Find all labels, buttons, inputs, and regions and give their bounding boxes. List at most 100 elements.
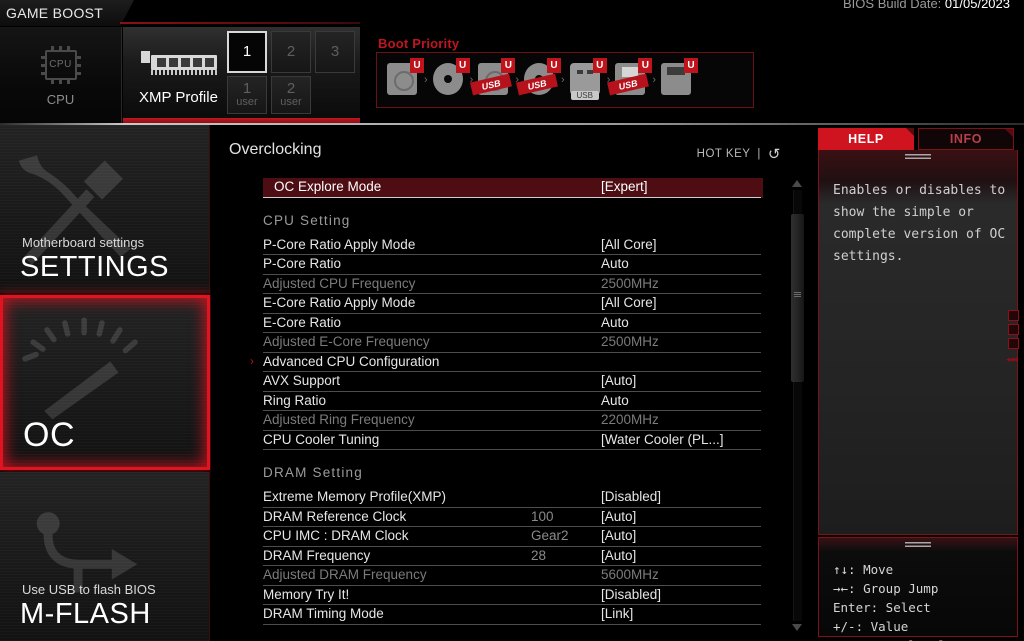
key-legend-item: Enter: Select bbox=[833, 600, 931, 615]
game-boost-cpu-button[interactable]: CPU CPU bbox=[0, 27, 122, 125]
settings-row[interactable]: Extreme Memory Profile(XMP) [Disabled] bbox=[263, 488, 763, 508]
settings-row-value[interactable]: [Link] bbox=[601, 606, 633, 621]
settings-row-value[interactable]: [All Core] bbox=[601, 295, 657, 310]
scroll-down-arrow-icon[interactable] bbox=[792, 624, 802, 631]
boot-priority-list[interactable]: U › U › USB U › USB U › USB U › USB U › U bbox=[376, 52, 754, 108]
undo-icon[interactable]: ↺ bbox=[768, 145, 781, 163]
settings-row: Adjusted CPU Frequency 2500MHz bbox=[263, 275, 763, 295]
settings-row-label: AVX Support bbox=[263, 373, 341, 388]
usb-device-label: USB bbox=[570, 91, 599, 100]
settings-row: Adjusted DRAM Frequency 5600MHz bbox=[263, 566, 763, 586]
xmp-profile-button-1[interactable]: 1 bbox=[227, 31, 267, 73]
settings-list: OC Explore Mode [Expert] CPU Setting P-Core… bbox=[250, 178, 763, 625]
cpu-chip-icon: CPU bbox=[40, 45, 81, 84]
tab-info[interactable]: INFO bbox=[918, 128, 1014, 150]
hard-disk-device[interactable]: U bbox=[383, 58, 424, 101]
xmp-profile-button-1-user-sub: user bbox=[236, 96, 258, 109]
settings-row-value[interactable]: [Water Cooler (PL...] bbox=[601, 432, 724, 447]
usb-key-device[interactable]: USB U bbox=[566, 58, 607, 101]
sidebar-item-oc[interactable]: OC bbox=[0, 295, 210, 470]
settings-row-label: OC Explore Mode bbox=[274, 179, 382, 194]
settings-row[interactable]: DRAM Frequency 28 [Auto] bbox=[263, 547, 763, 567]
settings-row[interactable]: Memory Try It! [Disabled] bbox=[263, 586, 763, 606]
gauge-icon bbox=[22, 317, 138, 420]
usb-optical-disc-device[interactable]: USB U bbox=[516, 58, 562, 101]
scrollbar-thumb[interactable] bbox=[791, 214, 804, 382]
collapsed-panel-square[interactable] bbox=[1008, 338, 1019, 349]
settings-row[interactable]: CPU Cooler Tuning [Water Cooler (PL...] bbox=[263, 431, 763, 451]
usb-hard-disk-device[interactable]: USB U bbox=[470, 58, 516, 101]
sidebar-item-settings-title: SETTINGS bbox=[20, 251, 170, 283]
hotkey-control[interactable]: HOT KEY | ↺ bbox=[697, 145, 781, 163]
settings-row-value[interactable]: [Disabled] bbox=[601, 587, 661, 602]
settings-row[interactable]: DRAM Reference Clock 100 [Auto] bbox=[263, 508, 763, 528]
bios-build-date: BIOS Build Date: 01/05/2023 bbox=[843, 0, 1010, 11]
uefi-badge: U bbox=[638, 58, 653, 73]
collapsed-panel-square[interactable] bbox=[1008, 310, 1019, 321]
xmp-profile-button-2-user-sub: user bbox=[280, 96, 302, 109]
settings-scrollbar[interactable] bbox=[789, 178, 805, 633]
settings-row[interactable]: AVX Support [Auto] bbox=[263, 372, 763, 392]
xmp-profile-button-2-label: 2 bbox=[286, 43, 296, 61]
settings-row[interactable]: E-Core Ratio Apply Mode [All Core] bbox=[263, 294, 763, 314]
xmp-profile-button-3[interactable]: 3 bbox=[315, 31, 355, 73]
settings-row-value[interactable]: [Disabled] bbox=[601, 489, 661, 504]
settings-row-label: Adjusted DRAM Frequency bbox=[263, 567, 427, 582]
settings-row-value[interactable]: [Auto] bbox=[601, 548, 636, 563]
settings-row-value[interactable]: [Expert] bbox=[601, 179, 648, 194]
settings-row-value[interactable]: Auto bbox=[601, 315, 629, 330]
settings-row-secondary-value: 28 bbox=[531, 547, 547, 563]
key-legend-item: →←: Group Jump bbox=[833, 581, 939, 596]
settings-row-label: Memory Try It! bbox=[263, 586, 350, 602]
settings-row[interactable]: E-Core Ratio Auto bbox=[263, 314, 763, 334]
settings-row-value[interactable]: Auto bbox=[601, 256, 629, 271]
sidebar-item-mflash[interactable]: Use USB to flash BIOS M-FLASH bbox=[0, 472, 210, 641]
bios-build-date-label: BIOS Build Date: bbox=[843, 0, 942, 11]
collapsed-panel-square[interactable] bbox=[1008, 324, 1019, 335]
settings-row[interactable]: OC Explore Mode [Expert] bbox=[263, 178, 763, 198]
lan-device[interactable]: U bbox=[657, 58, 699, 101]
tab-help[interactable]: HELP bbox=[818, 128, 914, 150]
settings-row-label: CPU IMC : DRAM Clock bbox=[263, 528, 409, 543]
help-panel: HELP INFO Enables or disables to show th… bbox=[812, 125, 1024, 641]
settings-row: Adjusted E-Core Frequency 2500MHz bbox=[263, 333, 763, 353]
xmp-profile-button-3-label: 3 bbox=[330, 43, 340, 61]
section-header: CPU Setting bbox=[263, 212, 763, 236]
settings-row[interactable]: P-Core Ratio Apply Mode [All Core] bbox=[263, 236, 763, 256]
settings-row[interactable]: Ring Ratio Auto bbox=[263, 392, 763, 412]
xmp-profile-button-1-label: 1 bbox=[242, 43, 252, 61]
collapse-left-arrows-icon[interactable]: ◂◂◂ bbox=[1006, 354, 1018, 365]
sidebar-item-settings[interactable]: Motherboard settings SETTINGS bbox=[0, 125, 210, 293]
collapsed-panel-strip[interactable]: ◂◂◂ bbox=[1006, 310, 1024, 370]
settings-row: Adjusted Ring Frequency 2200MHz bbox=[263, 411, 763, 431]
settings-row[interactable]: P-Core Ratio Auto bbox=[263, 255, 763, 275]
settings-row-label: DRAM Timing Mode bbox=[263, 606, 384, 621]
xmp-profile-panel: XMP Profile 1 2 3 1 user 2 user bbox=[123, 27, 360, 119]
settings-row-label: P-Core Ratio Apply Mode bbox=[263, 236, 416, 252]
help-drag-handle-icon[interactable] bbox=[905, 154, 931, 161]
scroll-up-arrow-icon[interactable] bbox=[792, 180, 802, 187]
settings-submenu-row[interactable]: › Advanced CPU Configuration bbox=[250, 353, 763, 373]
boot-priority-section: BIOS Build Date: 01/05/2023 Boot Priorit… bbox=[372, 0, 1024, 125]
usb-floppy-device[interactable]: USB U bbox=[607, 58, 653, 101]
chevron-right-icon: › bbox=[250, 353, 254, 368]
xmp-profile-button-2[interactable]: 2 bbox=[271, 31, 311, 73]
settings-row[interactable]: DRAM Timing Mode [Link] bbox=[263, 605, 763, 625]
optical-disc-device[interactable]: U bbox=[429, 58, 470, 101]
xmp-profile-button-2-user[interactable]: 2 user bbox=[271, 76, 311, 114]
settings-row-value[interactable]: [Auto] bbox=[601, 509, 636, 524]
sidebar-item-mflash-sub: Use USB to flash BIOS bbox=[22, 582, 156, 597]
xmp-profile-button-2-user-label: 2 bbox=[286, 80, 296, 98]
settings-row-value[interactable]: [Auto] bbox=[601, 373, 636, 388]
settings-row-value: 2200MHz bbox=[601, 412, 659, 427]
keys-drag-handle-icon[interactable] bbox=[905, 542, 931, 549]
settings-row-value[interactable]: [Auto] bbox=[601, 528, 636, 543]
uefi-badge: U bbox=[592, 58, 607, 73]
xmp-profile-button-1-user[interactable]: 1 user bbox=[227, 76, 267, 114]
xmp-profile-button-1-user-label: 1 bbox=[242, 80, 252, 98]
settings-row[interactable]: CPU IMC : DRAM Clock Gear2 [Auto] bbox=[263, 527, 763, 547]
uefi-badge: U bbox=[455, 58, 470, 73]
settings-row-value[interactable]: Auto bbox=[601, 393, 629, 408]
tab-info-label: INFO bbox=[949, 132, 983, 146]
settings-row-value[interactable]: [All Core] bbox=[601, 237, 657, 252]
